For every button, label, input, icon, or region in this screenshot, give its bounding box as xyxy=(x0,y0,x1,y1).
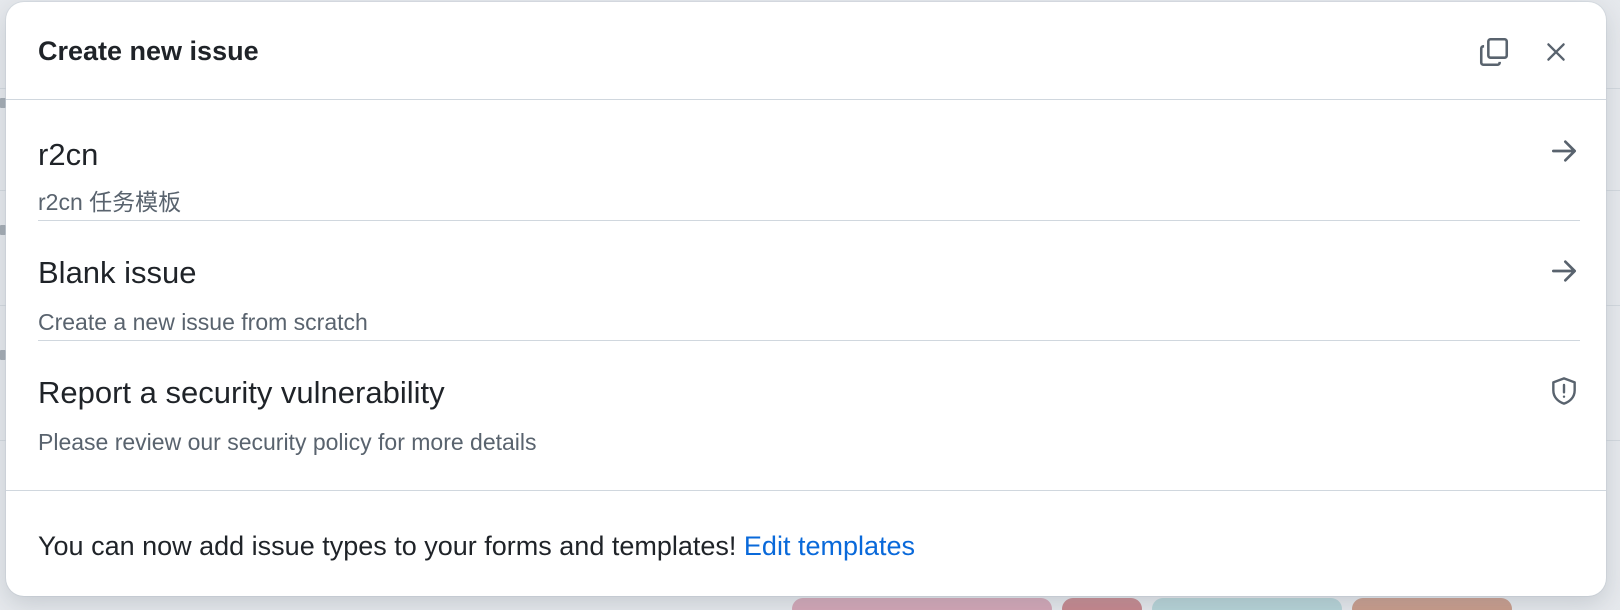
shield-alert-icon xyxy=(1552,377,1576,405)
edit-templates-link[interactable]: Edit templates xyxy=(744,531,915,561)
close-button[interactable] xyxy=(1536,32,1576,72)
copy-button[interactable] xyxy=(1474,32,1514,72)
arrow-right-icon xyxy=(1552,140,1576,162)
footer-text: You can now add issue types to your form… xyxy=(38,531,737,561)
template-description: Create a new issue from scratch xyxy=(38,309,368,335)
template-title: r2cn xyxy=(38,137,99,172)
arrow-right-icon xyxy=(1552,260,1576,282)
template-description: r2cn 任务模板 xyxy=(38,189,182,215)
template-title: Blank issue xyxy=(38,255,197,290)
template-item-security-vulnerability[interactable]: Report a security vulnerability Please r… xyxy=(38,341,1580,461)
template-item-blank-issue[interactable]: Blank issue Create a new issue from scra… xyxy=(38,221,1580,341)
footer-message: You can now add issue types to your form… xyxy=(38,531,915,562)
dialog-footer: You can now add issue types to your form… xyxy=(6,490,1606,596)
copy-icon xyxy=(1479,37,1509,67)
template-title: Report a security vulnerability xyxy=(38,375,445,410)
create-issue-dialog: Create new issue r2cn r2cn 任务模板 Blank is… xyxy=(6,2,1606,596)
template-item-r2cn[interactable]: r2cn r2cn 任务模板 xyxy=(38,101,1580,221)
close-icon xyxy=(1547,43,1565,61)
dialog-title: Create new issue xyxy=(38,36,259,66)
template-description: Please review our security policy for mo… xyxy=(38,429,537,455)
dialog-header: Create new issue xyxy=(6,2,1606,100)
template-list: r2cn r2cn 任务模板 Blank issue Create a new … xyxy=(38,101,1580,461)
